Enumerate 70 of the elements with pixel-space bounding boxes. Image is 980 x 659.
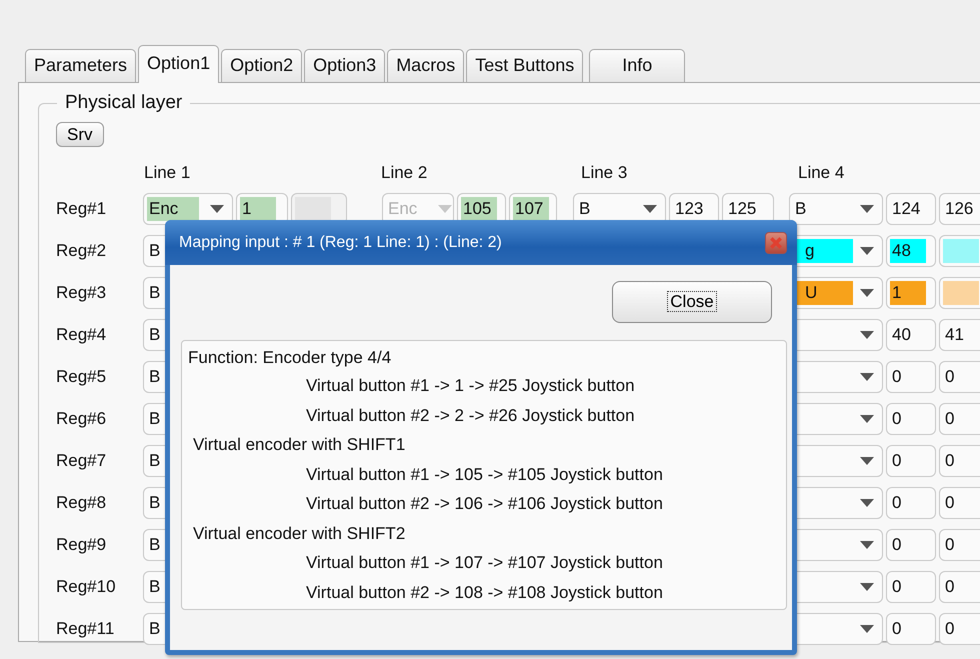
line-header: Line 3 <box>581 163 628 184</box>
row-label: Reg#8 <box>56 493 108 513</box>
dialog-title: Mapping input : # 1 (Reg: 1 Line: 1) : (Line: 2) <box>179 234 502 252</box>
row-label: Reg#5 <box>56 367 108 387</box>
row-label: Reg#4 <box>56 325 108 345</box>
caret-icon <box>860 457 874 465</box>
input-field[interactable]: 0 <box>886 487 936 519</box>
tab[interactable]: Option1 <box>138 45 220 83</box>
close-button[interactable]: Close <box>612 281 772 323</box>
input-field[interactable]: 0 <box>886 529 936 561</box>
row-label: Reg#2 <box>56 241 108 261</box>
mapping-heading: Function: Encoder type 4/4 <box>188 347 392 369</box>
caret-icon <box>860 541 874 549</box>
input-field[interactable]: 0 <box>939 571 980 603</box>
row-label: Reg#10 <box>56 577 117 597</box>
caret-icon <box>860 289 874 297</box>
mapping-line: Virtual button #1 -> 105 -> #105 Joystick button <box>305 464 664 486</box>
caret-icon <box>860 499 874 507</box>
tab[interactable]: Macros <box>387 49 464 82</box>
mapping-line: Virtual button #2 -> 108 -> #108 Joystick button <box>305 582 664 604</box>
input-field[interactable]: 0 <box>939 403 980 435</box>
srv-button[interactable]: Srv <box>56 122 104 147</box>
row-label: Reg#3 <box>56 283 108 303</box>
caret-icon <box>860 583 874 591</box>
input-field[interactable]: 124 <box>886 193 936 225</box>
row-label: Reg#6 <box>56 409 108 429</box>
mapping-heading: Virtual encoder with SHIFT2 <box>192 522 406 544</box>
caret-icon <box>210 205 224 213</box>
mapping-heading: Virtual encoder with SHIFT1 <box>192 434 406 456</box>
input-field[interactable]: 0 <box>886 361 936 393</box>
mapping-line: Virtual button #2 -> 106 -> #106 Joystick button <box>305 493 664 515</box>
mapping-line: Virtual button #1 -> 107 -> #107 Joystick button <box>305 552 664 574</box>
tab[interactable]: Parameters <box>25 49 136 82</box>
caret-icon <box>643 205 657 213</box>
input-field[interactable]: 0 <box>886 403 936 435</box>
line-header: Line 1 <box>144 163 192 184</box>
group-title: Physical layer <box>57 92 190 114</box>
row-label: Reg#1 <box>56 199 108 219</box>
caret-icon <box>860 625 874 633</box>
tab[interactable]: Option3 <box>304 49 386 82</box>
line-header: Line 2 <box>381 163 428 184</box>
row-label: Reg#7 <box>56 451 108 471</box>
input-field[interactable]: 126 <box>939 193 980 225</box>
input-field[interactable]: 40 <box>886 319 936 351</box>
row-label: Reg#9 <box>56 535 108 555</box>
row-label: Reg#11 <box>56 619 116 639</box>
caret-icon <box>860 247 874 255</box>
input-field[interactable]: 41 <box>939 319 980 351</box>
input-field[interactable]: 48 <box>886 235 936 267</box>
mapping-line: Virtual button #2 -> 2 -> #26 Joystick button <box>305 404 636 426</box>
input-field[interactable]: 0 <box>886 613 936 645</box>
input-field[interactable]: 0 <box>886 571 936 603</box>
tab[interactable]: Test Buttons <box>466 49 584 82</box>
line-header: Line 4 <box>798 163 846 184</box>
caret-icon <box>860 373 874 381</box>
dropdown[interactable]: B <box>789 193 883 225</box>
input-field[interactable]: 1 <box>886 277 936 309</box>
input-field[interactable]: 0 <box>939 445 980 477</box>
caret-icon <box>860 205 874 213</box>
caret-icon <box>438 205 452 213</box>
input-field[interactable]: 0 <box>886 445 936 477</box>
mapping-line: Virtual button #1 -> 1 -> #25 Joystick button <box>305 375 636 397</box>
caret-icon <box>860 415 874 423</box>
input-field[interactable]: 0 <box>939 361 980 393</box>
input-field[interactable]: 0 <box>939 613 980 645</box>
tab[interactable]: Info <box>589 49 686 82</box>
tab[interactable]: Option2 <box>221 49 302 82</box>
input-field[interactable]: 0 <box>939 529 980 561</box>
input-field[interactable]: 0 <box>939 487 980 519</box>
caret-icon <box>860 331 874 339</box>
